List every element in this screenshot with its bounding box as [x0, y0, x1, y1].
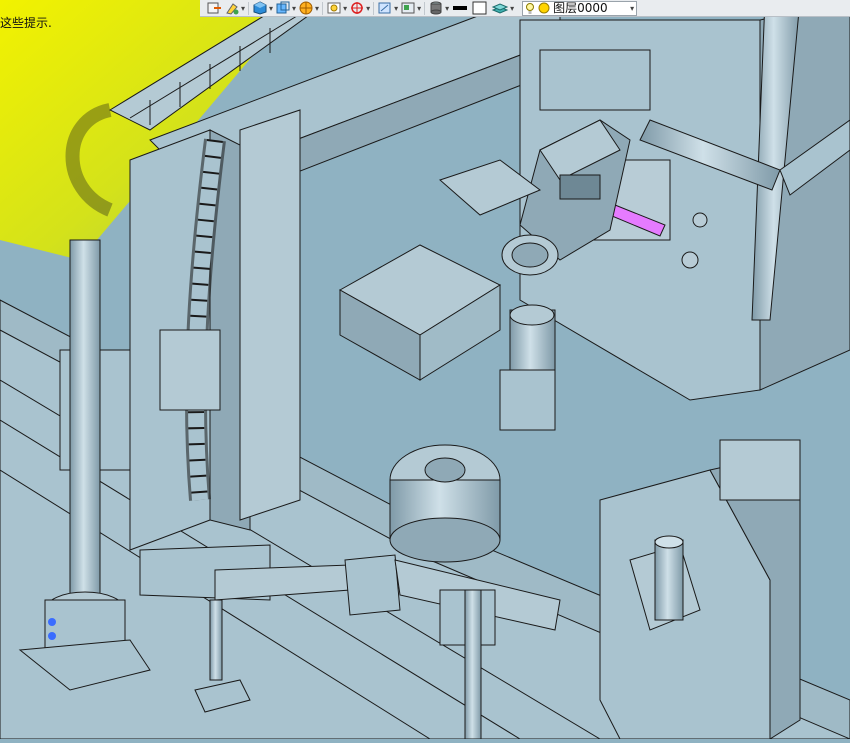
fill-color-icon[interactable] [471, 1, 489, 16]
line-color-icon[interactable] [451, 1, 469, 16]
axis-icon[interactable]: ▾ [349, 1, 370, 16]
view-icon[interactable]: ▾ [275, 1, 296, 16]
cube-icon[interactable]: ▾ [252, 1, 273, 16]
layer-icon[interactable]: ▾ [491, 1, 514, 16]
render-icon[interactable]: ▾ [298, 1, 319, 16]
cad-viewport[interactable] [0, 0, 850, 740]
lightbulb-icon [526, 2, 535, 14]
material-icon[interactable]: ▾ [428, 1, 449, 16]
rotary-motor [389, 444, 501, 563]
toolbar: ▾ ▾ ▾ ▾ ▾ ▾ ▾ ▾ ▾ ▾ 图层0000 ▾ [200, 0, 850, 17]
hint-text: 这些提示. [0, 16, 52, 30]
display-icon[interactable]: ▾ [400, 1, 421, 16]
sketch-icon[interactable]: ▾ [224, 1, 245, 16]
chevron-down-icon[interactable]: ▾ [630, 4, 634, 13]
layer-name: 图层0000 [553, 0, 608, 15]
export-icon[interactable] [206, 1, 222, 16]
snapshot-icon[interactable]: ▾ [326, 1, 347, 16]
sun-icon [538, 2, 550, 14]
layer-dropdown[interactable]: 图层0000 ▾ [522, 0, 638, 16]
assembly-model [0, 0, 850, 740]
section-icon[interactable]: ▾ [377, 1, 398, 16]
